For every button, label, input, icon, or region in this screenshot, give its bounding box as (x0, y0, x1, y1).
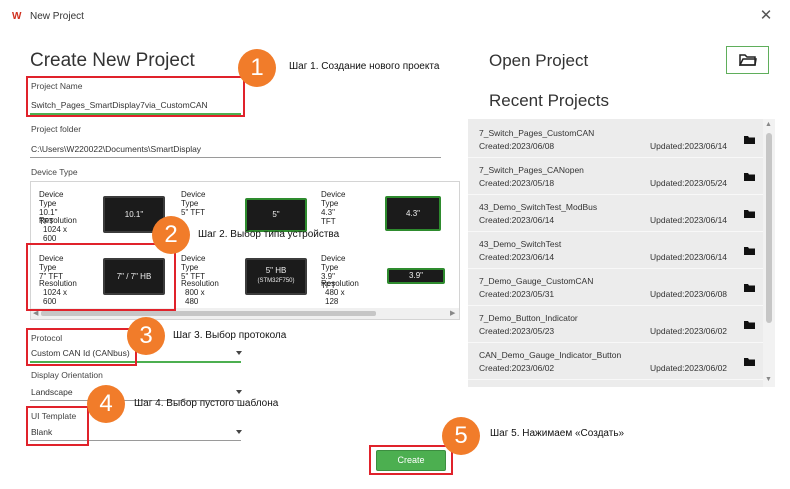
device-screen-image: 3.9" (387, 268, 445, 284)
chevron-down-icon[interactable] (236, 390, 242, 394)
folder-icon[interactable] (744, 210, 755, 218)
device-type-label: Device Type (181, 190, 206, 208)
recent-project-item[interactable]: 43_Demo_SwitchTest_ModBus Created:2023/0… (468, 195, 763, 232)
recent-project-name: 43_Demo_SwitchTest_ModBus (479, 202, 598, 212)
recent-project-created: Created:2023/05/18 (479, 178, 555, 188)
open-folder-button[interactable] (726, 46, 769, 74)
recent-project-updated: Updated:2023/06/02 (650, 326, 728, 336)
step-badge: 4 (87, 385, 125, 423)
orientation-select[interactable]: Landscape (31, 387, 73, 397)
recent-project-created: Created:2023/05/23 (479, 326, 555, 336)
device-resolution-value: 1024 x 600 (43, 225, 68, 243)
recent-project-updated: Updated:2023/05/24 (650, 178, 728, 188)
highlight-create-button (369, 445, 453, 475)
scrollbar-thumb[interactable] (41, 311, 376, 316)
window-title: New Project (30, 11, 84, 22)
create-project-heading: Create New Project (30, 50, 195, 71)
device-screen-label: 5" HB (265, 266, 287, 275)
device-type-label: Device Type (39, 190, 64, 208)
folder-icon[interactable] (744, 321, 755, 329)
step-badge: 1 (238, 49, 276, 87)
recent-project-updated: Updated:2023/06/14 (650, 141, 728, 151)
recent-project-name: CAN_Demo_Gauge_Indicator_Button (479, 350, 622, 360)
app-logo-icon: W (12, 11, 22, 22)
step-caption: Шаг 5. Нажимаем «Создать» (490, 428, 625, 439)
device-type-value: 5" TFT (181, 208, 206, 217)
device-type-label: Device Type (31, 167, 78, 177)
recent-project-updated: Updated:2023/06/14 (650, 215, 728, 225)
highlight-protocol (26, 328, 137, 366)
recent-project-updated: Updated:2023/06/02 (650, 363, 728, 373)
highlight-device-type (26, 243, 176, 311)
recent-project-created: Created:2023/06/14 (479, 252, 555, 262)
device-type-label: Device Type (321, 190, 346, 208)
recent-project-item[interactable]: 7_Demo_Gauge_CustomCAN Created:2023/05/3… (468, 269, 763, 306)
recent-project-item[interactable]: 43_Demo_SwitchTest Created:2023/06/14 Up… (468, 232, 763, 269)
highlight-project-name (26, 76, 245, 117)
title-bar: W New Project ✕ (0, 0, 790, 32)
folder-icon[interactable] (744, 358, 755, 366)
step-badge: 5 (442, 417, 480, 455)
orientation-label: Display Orientation (31, 370, 103, 380)
folder-icon[interactable] (744, 247, 755, 255)
recent-project-name: 7_Switch_Pages_CANopen (479, 165, 584, 175)
step-caption: Шаг 3. Выбор протокола (173, 330, 287, 341)
scroll-down-icon[interactable]: ▼ (765, 376, 772, 383)
device-screen-image: 5" HB (STM32F750) (245, 258, 307, 295)
recent-project-name: 7_Demo_Gauge_CustomCAN (479, 276, 594, 286)
recent-projects-list: 7_Switch_Pages_CustomCAN Created:2023/06… (468, 119, 775, 387)
recent-project-created: Created:2023/06/14 (479, 215, 555, 225)
open-project-heading: Open Project (489, 51, 589, 70)
step-badge: 2 (152, 216, 190, 254)
project-folder-input[interactable]: C:\Users\W220022\Documents\SmartDisplay (31, 144, 201, 154)
device-screen-image: 4.3" (385, 196, 441, 231)
recent-project-updated: Updated:2023/06/08 (650, 289, 728, 299)
device-resolution-value: 480 x 128 (325, 288, 345, 306)
device-type-label: Device Type (321, 254, 346, 272)
device-resolution-label: Resolution (39, 216, 77, 225)
recent-project-item[interactable]: 7_Switch_Pages_CustomCAN Created:2023/06… (468, 121, 763, 158)
recent-project-item[interactable]: CAN_Demo_Gauge_Indicator_Button Created:… (468, 343, 763, 380)
device-resolution-label: Resolution (321, 279, 359, 288)
scroll-right-icon[interactable]: ▶ (450, 309, 455, 317)
folder-icon[interactable] (744, 173, 755, 181)
close-icon[interactable]: ✕ (758, 6, 774, 26)
recent-project-updated: Updated:2023/06/14 (650, 252, 728, 262)
step-caption: Шаг 2. Выбор типа устройства (198, 229, 340, 240)
recent-project-created: Created:2023/06/08 (479, 141, 555, 151)
recent-list-scrollbar[interactable]: ▲ ▼ (763, 119, 775, 387)
folder-icon[interactable] (744, 284, 755, 292)
recent-project-name: 43_Demo_SwitchTest (479, 239, 562, 249)
device-screen-sublabel: (STM32F750) (257, 278, 295, 284)
chevron-down-icon[interactable] (236, 351, 242, 355)
device-resolution-value: 800 x 480 (185, 288, 205, 306)
recent-project-name: 7_Switch_Pages_CustomCAN (479, 128, 595, 138)
recent-project-created: Created:2023/06/02 (479, 363, 555, 373)
scrollbar-thumb[interactable] (766, 133, 772, 323)
recent-project-item[interactable]: 7_Demo_Button_Indicator Created:2023/05/… (468, 306, 763, 343)
highlight-ui-template (26, 406, 89, 446)
project-folder-label: Project folder (31, 124, 82, 134)
folder-icon (739, 54, 757, 66)
step-caption: Шаг 4. Выбор пустого шаблона (134, 398, 279, 409)
project-folder-underline (30, 157, 441, 158)
recent-projects-heading: Recent Projects (489, 91, 609, 110)
step-badge: 3 (127, 317, 165, 355)
recent-project-name: 7_Demo_Button_Indicator (479, 313, 578, 323)
scroll-up-icon[interactable]: ▲ (765, 121, 772, 128)
recent-project-created: Created:2023/05/31 (479, 289, 555, 299)
device-resolution-label: Resolution (181, 279, 219, 288)
device-type-label: Device Type (181, 254, 206, 272)
folder-icon[interactable] (744, 136, 755, 144)
recent-project-item[interactable]: 7_Switch_Pages_CANopen Created:2023/05/1… (468, 158, 763, 195)
device-screen-image: 5" (245, 198, 307, 232)
chevron-down-icon[interactable] (236, 430, 242, 434)
step-caption: Шаг 1. Создание нового проекта (289, 61, 440, 72)
device-type-value: 4.3" TFT (321, 208, 336, 226)
